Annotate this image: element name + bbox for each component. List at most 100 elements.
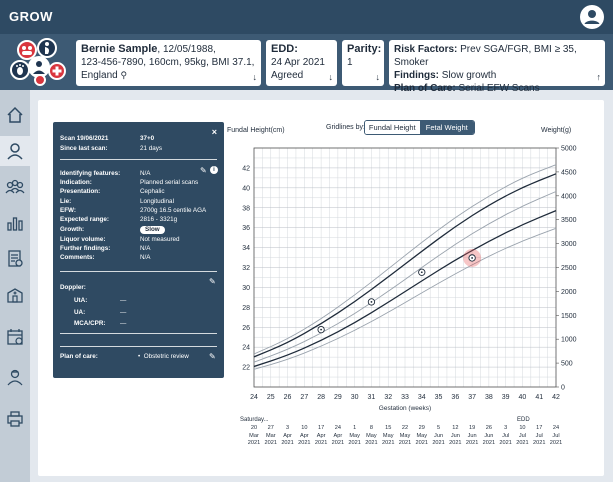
doppler-label: Doppler: xyxy=(60,284,86,291)
scan-gestation: 37+0 xyxy=(140,135,155,142)
expand-arrow-icon[interactable]: ↓ xyxy=(329,71,334,84)
since-label: Since last scan: xyxy=(60,145,108,152)
risk-card[interactable]: Risk Factors: Prev SGA/FGR, BMI ≥ 35, Sm… xyxy=(389,40,605,94)
scan-title: Scan 19/06/2021 xyxy=(60,135,109,142)
medical-cross-icon xyxy=(48,62,66,80)
field-label: Further findings: xyxy=(60,245,111,252)
expand-arrow-icon[interactable]: ↓ xyxy=(376,71,381,84)
divider xyxy=(60,333,217,334)
divider xyxy=(60,346,217,347)
field-value: 2816 - 3321g xyxy=(140,216,178,223)
edd-label: EDD: xyxy=(271,43,298,55)
parity-value: 1 xyxy=(347,57,353,68)
nurse-icon xyxy=(7,369,23,386)
hospital-icon xyxy=(7,288,23,303)
field-value: Not measured xyxy=(140,236,180,243)
scan-detail-panel: Scan 19/06/2021 37+0 Since last scan: 21 d… xyxy=(53,122,224,378)
gridlines-toggle[interactable]: Fundal Height Fetal Weight xyxy=(364,120,475,135)
y-left-axis-label: Fundal Height(cm) xyxy=(227,127,285,134)
edd-card[interactable]: EDD: 24 Apr 2021 Agreed ↓ xyxy=(266,40,337,86)
field-label: Indication: xyxy=(60,179,92,186)
field-label: Liquor volume: xyxy=(60,236,106,243)
edd-status: Agreed xyxy=(271,70,304,81)
patient-card[interactable]: Bernie Sample, 12/05/1988, 123-456-7890,… xyxy=(76,40,261,86)
date-axis-year: 2021 xyxy=(549,440,563,446)
doppler-value: — xyxy=(120,297,127,304)
risk-label: Risk Factors: xyxy=(394,44,458,55)
date-axis-month: Jul xyxy=(552,432,560,439)
plan-of-care-label: Plan of care: xyxy=(60,353,98,360)
app-title: GROW xyxy=(9,9,53,24)
field-label: Comments: xyxy=(60,254,95,261)
edit-icon[interactable]: ✎ xyxy=(209,352,216,361)
sidebar-item-group[interactable] xyxy=(0,172,30,202)
user-icon xyxy=(584,10,600,24)
pregnancy-icon xyxy=(37,38,57,58)
sidebar-item-print[interactable] xyxy=(0,404,30,434)
medication-icon xyxy=(34,74,46,86)
field-value: N/A xyxy=(140,245,151,252)
patient-dob: , 12/05/1988, xyxy=(157,44,216,55)
sidebar-item-hospital[interactable] xyxy=(0,280,30,310)
doppler-label: UA: xyxy=(74,309,86,316)
field-value: N/A xyxy=(140,170,151,177)
calendar-icon xyxy=(7,329,23,345)
sidebar-item-reports[interactable] xyxy=(0,244,30,274)
y-right-axis-label: Weight(g) xyxy=(541,127,572,134)
risk-icon-cluster[interactable] xyxy=(10,38,68,86)
doppler-label: UtA: xyxy=(74,297,88,304)
accessibility-icon: ⚲ xyxy=(120,70,128,80)
field-label: Growth: xyxy=(60,226,85,233)
gridlines-label: Gridlines by: xyxy=(326,124,365,131)
parity-label: Parity: xyxy=(347,43,382,55)
edd-marker-label: EDD xyxy=(517,417,530,423)
plan-of-care-value: • Obstetric review xyxy=(138,353,189,360)
growth-badge: Slow xyxy=(140,226,165,234)
date-axis-day: 24 xyxy=(552,425,560,431)
patient-name: Bernie Sample xyxy=(81,43,158,55)
divider xyxy=(60,271,217,272)
field-label: EFW: xyxy=(60,207,76,214)
plan-value: Serial EFW Scans xyxy=(458,83,540,94)
field-label: Presentation: xyxy=(60,188,101,195)
field-value: 2700g 16.5 centile AGA xyxy=(140,207,207,214)
chart-icon xyxy=(7,217,23,231)
footprint-icon xyxy=(10,60,30,80)
top-bar: GROW xyxy=(0,0,613,34)
sidebar-item-charts[interactable] xyxy=(0,208,30,238)
collapse-arrow-icon[interactable]: ↑ xyxy=(597,71,602,84)
date-axis-header: Saturday... xyxy=(240,417,269,423)
field-label: Expected range: xyxy=(60,216,109,223)
field-value: Planned serial scans xyxy=(140,179,199,186)
field-value: Longitudinal xyxy=(140,198,174,205)
report-icon xyxy=(8,250,23,267)
patient-details: 123-456-7890, 160cm, 95kg, BMI 37.1, xyxy=(81,57,255,68)
edd-date: 24 Apr 2021 xyxy=(271,57,325,68)
gridlines-fundal-option[interactable]: Fundal Height xyxy=(365,121,420,134)
close-icon[interactable]: × xyxy=(212,127,217,137)
sidebar xyxy=(0,90,30,482)
plan-of-care-text: Obstetric review xyxy=(143,353,189,360)
patient-country: England xyxy=(81,70,118,81)
group-icon xyxy=(5,179,25,194)
since-value: 21 days xyxy=(140,145,163,152)
gridlines-fetal-option[interactable]: Fetal Weight xyxy=(419,121,474,134)
findings-label: Findings: xyxy=(394,70,439,81)
home-icon xyxy=(7,106,23,123)
field-value: N/A xyxy=(140,254,151,261)
plan-label: Plan of Care: xyxy=(394,83,456,94)
field-label: Lie: xyxy=(60,198,72,205)
parity-card[interactable]: Parity: 1 ↓ xyxy=(342,40,384,86)
sidebar-item-home[interactable] xyxy=(0,100,30,130)
expand-arrow-icon[interactable]: ↓ xyxy=(253,71,258,84)
doppler-label: MCA/CPR: xyxy=(74,320,106,327)
sidebar-item-patient[interactable] xyxy=(0,136,30,166)
user-account-button[interactable] xyxy=(580,5,604,29)
sidebar-item-calendar[interactable] xyxy=(0,322,30,352)
doppler-value: — xyxy=(120,320,127,327)
field-value: Cephalic xyxy=(140,188,165,195)
printer-icon xyxy=(7,411,23,427)
doppler-value: — xyxy=(120,309,127,316)
sidebar-item-staff[interactable] xyxy=(0,362,30,392)
divider xyxy=(60,159,217,160)
